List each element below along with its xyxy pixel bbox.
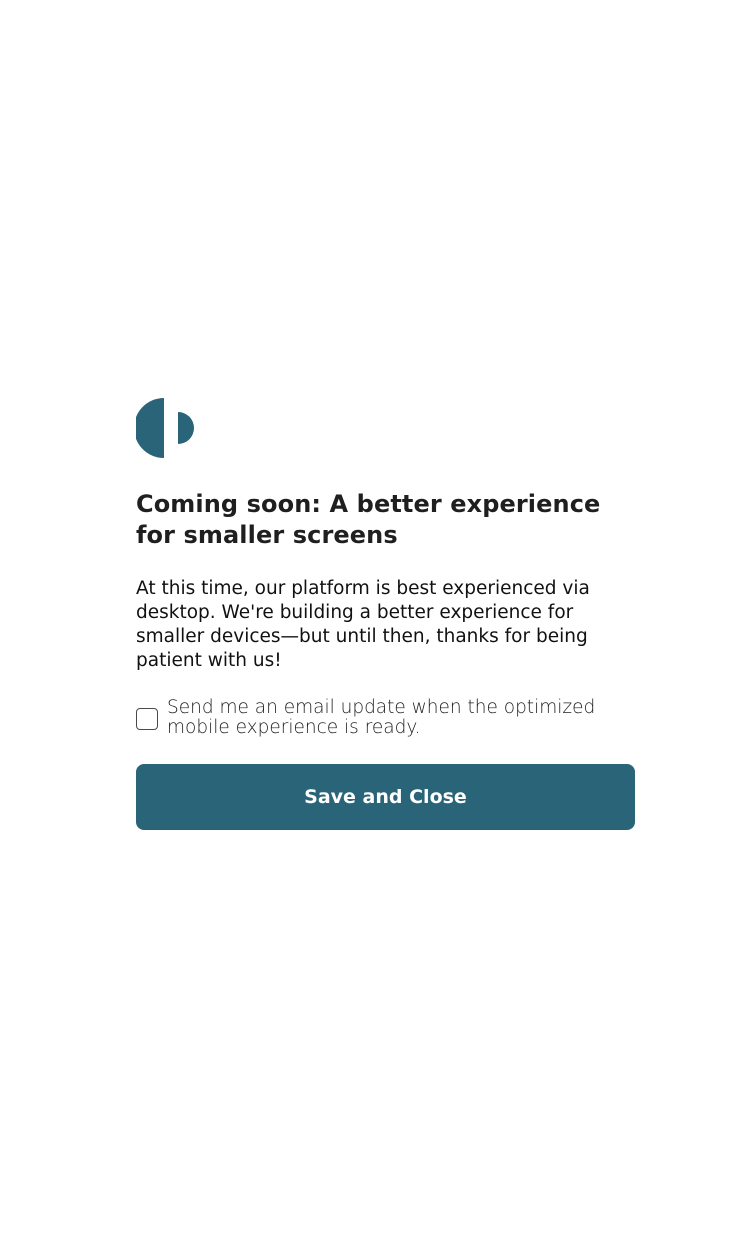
dialog-message: At this time, our platform is best exper…: [136, 578, 590, 671]
save-and-close-button[interactable]: Save and Close: [136, 764, 635, 830]
email-update-checkbox[interactable]: [136, 708, 158, 730]
email-update-label[interactable]: Send me an email update when the optimiz…: [167, 698, 635, 738]
page: Coming soon: A better experience for sma…: [0, 0, 753, 1243]
brand-logo-icon: [136, 398, 194, 458]
dialog-title: Coming soon: A better experience for sma…: [136, 490, 601, 549]
coming-soon-dialog: Coming soon: A better experience for sma…: [136, 396, 635, 830]
email-consent-row: Send me an email update when the optimiz…: [136, 698, 635, 738]
